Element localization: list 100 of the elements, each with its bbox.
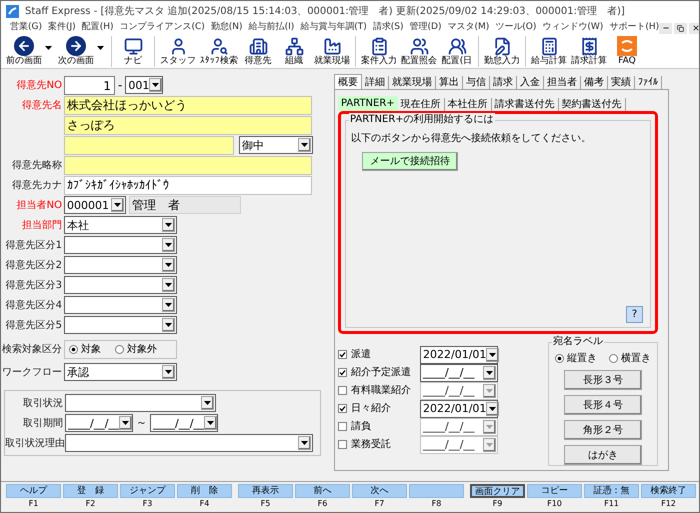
- radio-option[interactable]: 縦置き: [555, 351, 597, 366]
- toolbar-button[interactable]: 前の画面: [4, 36, 44, 67]
- dropdown-field[interactable]: [64, 256, 177, 274]
- toolbar-button[interactable]: 組織: [276, 36, 312, 67]
- dropdown-field[interactable]: 2022/01/01: [420, 400, 498, 418]
- dropdown-field[interactable]: [64, 236, 177, 254]
- tab[interactable]: PARTNER+: [338, 96, 398, 111]
- toolbar-button[interactable]: ｽﾀｯﾌ検索: [198, 36, 240, 67]
- toolbar-button[interactable]: 得意先: [240, 36, 276, 67]
- text-field[interactable]: 株式会社ほっかいどう: [64, 96, 312, 114]
- function-key-button[interactable]: ジャンプ: [120, 484, 175, 498]
- toolbar-button[interactable]: 次の画面: [56, 36, 96, 67]
- menu-item[interactable]: 給与賞与年調(T): [300, 21, 367, 35]
- close-icon[interactable]: [689, 22, 699, 34]
- dropdown-field[interactable]: [65, 434, 313, 452]
- text-field[interactable]: さっぽろ: [64, 116, 312, 134]
- function-key-button[interactable]: 削 除: [177, 484, 232, 498]
- toolbar-button[interactable]: 給与計算: [529, 36, 569, 67]
- function-key-button[interactable]: 次へ: [352, 484, 407, 498]
- menu-item[interactable]: 給与前払(I): [248, 21, 294, 35]
- field-label: ワークフロー: [2, 366, 63, 380]
- people-icon: [409, 36, 429, 56]
- dropdown-field[interactable]: [64, 296, 177, 314]
- tab[interactable]: 現在住所: [398, 98, 445, 111]
- radio-option[interactable]: 対象外: [115, 342, 157, 356]
- toolbar-button[interactable]: FAQ: [609, 36, 645, 67]
- tab[interactable]: 請求書送付先: [492, 98, 559, 111]
- label-print-button[interactable]: 長形４号: [564, 395, 642, 415]
- menu-item[interactable]: 管理(D): [410, 21, 442, 35]
- checkbox-icon: [338, 404, 347, 413]
- toolbar-button[interactable]: スタッフ: [158, 36, 198, 67]
- label-print-button[interactable]: はがき: [564, 445, 642, 465]
- menu-item[interactable]: 勤怠(N): [210, 21, 243, 35]
- menu-item[interactable]: ウィンドウ(W): [542, 21, 604, 35]
- field-label: 得意先名: [21, 98, 63, 112]
- function-key-button[interactable]: 証憑：無: [584, 484, 639, 498]
- key-label: F12: [661, 498, 676, 510]
- toolbar-button[interactable]: 配置(日: [439, 36, 475, 67]
- label-print-button[interactable]: 角形２号: [564, 420, 642, 440]
- number-field[interactable]: 1: [64, 76, 115, 94]
- restore-icon[interactable]: [674, 22, 688, 34]
- contract-checkbox[interactable]: 派遣: [338, 347, 420, 362]
- dropdown-field[interactable]: ____/__/__: [420, 364, 498, 382]
- menu-item[interactable]: ツール(O): [495, 21, 536, 35]
- tab[interactable]: 契約書送付先: [558, 98, 626, 111]
- caret-icon[interactable]: [45, 46, 52, 50]
- function-key-button[interactable]: 再表示: [238, 484, 293, 498]
- minimize-icon[interactable]: [659, 22, 672, 34]
- field-label: 得意先区分1: [4, 238, 63, 252]
- function-key-button[interactable]: 画面クリア: [470, 484, 525, 498]
- menu-item[interactable]: 請求(S): [372, 21, 404, 35]
- menu-item[interactable]: 案件(J): [48, 21, 76, 35]
- menu-item[interactable]: 営業(G): [10, 21, 42, 35]
- key-label: F5: [260, 498, 270, 510]
- dropdown-field[interactable]: 御中: [239, 136, 313, 154]
- menu-item[interactable]: サポート(H): [609, 21, 660, 35]
- dropdown-field[interactable]: [64, 276, 177, 294]
- radio-option[interactable]: 横置き: [609, 351, 651, 366]
- toolbar-button[interactable]: 勤怠入力: [482, 36, 522, 67]
- range-separator-text: ～: [135, 414, 148, 431]
- dropdown-field[interactable]: 2022/01/01: [420, 346, 498, 364]
- text-field[interactable]: [64, 156, 312, 174]
- key-label: F2: [86, 498, 96, 510]
- contract-checkbox[interactable]: 日々紹介: [338, 401, 420, 416]
- text-field[interactable]: ｶﾌﾞｼｷｶﾞｲｼｬﾎｯｶｲﾄﾞｳ: [64, 176, 312, 194]
- building-icon: [248, 36, 268, 56]
- group-title: 宛名ラベル: [552, 336, 604, 348]
- menu-item[interactable]: 配置(H): [82, 21, 114, 35]
- dropdown-field[interactable]: ____/__/__: [150, 414, 218, 432]
- radio-option[interactable]: 対象: [69, 342, 101, 356]
- toolbar-button[interactable]: ナビ: [115, 36, 151, 67]
- toolbar-button[interactable]: 就業現場: [312, 36, 352, 67]
- tab[interactable]: 本社住所: [444, 98, 492, 111]
- dropdown-field[interactable]: 本社: [64, 216, 177, 234]
- dropdown-field[interactable]: ____/__/__: [65, 414, 133, 432]
- toolbar-button[interactable]: 配置照会: [399, 36, 439, 67]
- dropdown-field[interactable]: 001: [125, 76, 164, 94]
- caret-icon[interactable]: [97, 46, 104, 50]
- app-icon: [6, 4, 19, 18]
- tab[interactable]: 概要: [334, 74, 362, 89]
- toolbar-button[interactable]: 案件入力: [359, 36, 399, 67]
- menu-item[interactable]: マスタ(M): [447, 21, 490, 35]
- function-key-button[interactable]: コピー: [527, 484, 582, 498]
- dropdown-field[interactable]: 000001: [64, 196, 126, 214]
- text-field[interactable]: [64, 136, 234, 154]
- instruction-text: 以下のボタンから得意先へ接続依頼をしてください。: [351, 132, 592, 146]
- org-chart-icon: [284, 36, 304, 56]
- dropdown-field[interactable]: 承認: [64, 363, 177, 381]
- invite-by-email-button[interactable]: メールで接続招待: [362, 152, 458, 171]
- function-key-button[interactable]: 前へ: [295, 484, 350, 498]
- function-key-button[interactable]: ヘルプ: [6, 484, 61, 498]
- help-button[interactable]: ?: [626, 306, 643, 323]
- function-key-button[interactable]: 検索終了: [641, 484, 696, 498]
- contract-checkbox[interactable]: 紹介予定派遣: [338, 365, 420, 380]
- dropdown-field[interactable]: [64, 316, 177, 334]
- toolbar-button[interactable]: 請求計算: [569, 36, 609, 67]
- menu-item[interactable]: コンプライアンス(C): [119, 21, 205, 35]
- label-print-button[interactable]: 長形３号: [564, 370, 642, 390]
- dropdown-field[interactable]: [65, 394, 216, 412]
- function-key-button[interactable]: 登 録: [63, 484, 118, 498]
